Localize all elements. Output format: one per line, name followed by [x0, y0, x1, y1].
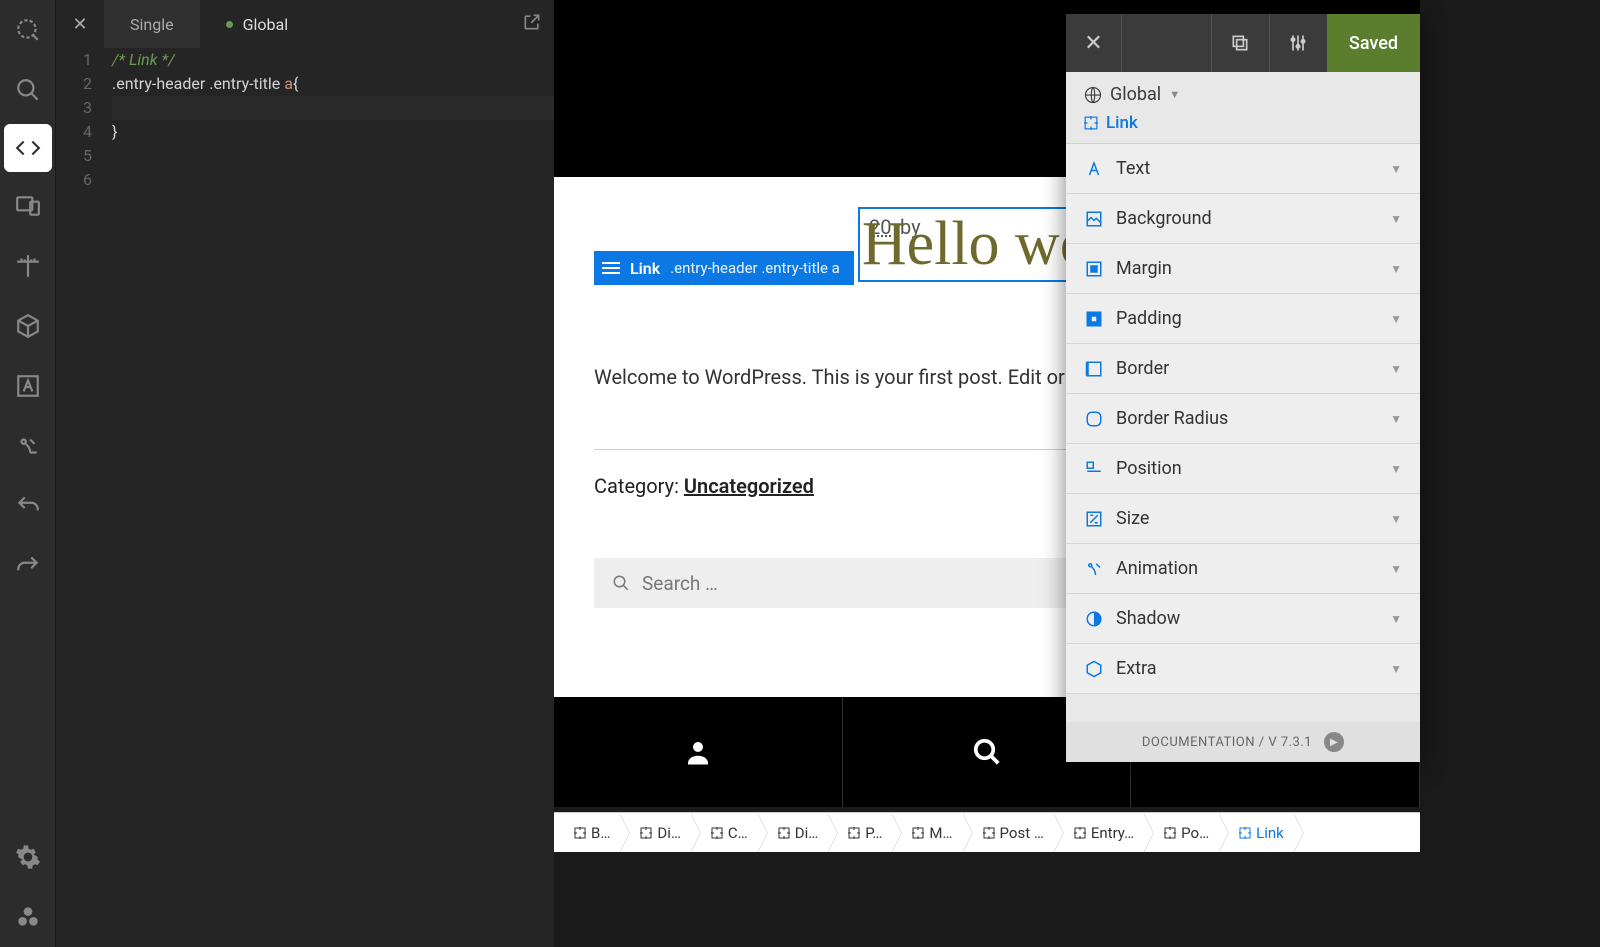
tool-search-icon[interactable] — [0, 60, 56, 120]
scope-element[interactable]: Link — [1084, 113, 1402, 133]
shadow-icon — [1084, 610, 1104, 628]
inspector-item-border[interactable]: Border▼ — [1066, 344, 1420, 394]
margin-icon — [1084, 260, 1104, 278]
animation-icon — [1084, 560, 1104, 578]
breadcrumb-item[interactable]: Po… — [1144, 813, 1219, 852]
selection-path: .entry-header .entry-title a — [670, 259, 840, 277]
inspector-item-position[interactable]: Position▼ — [1066, 444, 1420, 494]
saved-button[interactable]: Saved — [1327, 14, 1420, 72]
tool-modules-icon[interactable] — [0, 887, 56, 947]
breadcrumb-item-active[interactable]: Link — [1219, 813, 1294, 852]
inspector-header: ✕ Saved — [1066, 14, 1420, 72]
border-icon — [1084, 360, 1104, 378]
inspector-panel: ✕ Saved Global ▼ Link Text▼ Background▼ … — [1066, 14, 1420, 762]
editor-tabs: ✕ Single Global — [56, 0, 554, 48]
account-icon[interactable] — [554, 697, 843, 807]
inspector-item-background[interactable]: Background▼ — [1066, 194, 1420, 244]
inspector-footer[interactable]: DOCUMENTATION / V 7.3.1 ▶ — [1066, 722, 1420, 762]
tool-animation-icon[interactable] — [0, 416, 56, 476]
position-icon — [1084, 460, 1104, 478]
search-placeholder: Search … — [642, 572, 718, 595]
selection-label: Link — [630, 259, 660, 278]
background-icon — [1084, 210, 1104, 228]
tab-global[interactable]: Global — [200, 0, 315, 48]
target-icon — [1084, 116, 1098, 130]
inspector-item-border-radius[interactable]: Border Radius▼ — [1066, 394, 1420, 444]
breadcrumb-item[interactable]: C… — [691, 813, 758, 852]
code-comment: /* Link */ — [112, 50, 175, 69]
tool-ruler-icon[interactable] — [0, 236, 56, 296]
inspector-scope: Global ▼ Link — [1066, 72, 1420, 144]
tool-settings-icon[interactable] — [0, 827, 56, 887]
chevron-down-icon: ▼ — [1390, 162, 1402, 176]
code-editor: ✕ Single Global 123456 /* Link */ .entry… — [56, 0, 554, 947]
tool-sidebar — [0, 0, 56, 947]
breadcrumb-item[interactable]: Entry… — [1054, 813, 1144, 852]
breadcrumb-item[interactable]: Post … — [963, 813, 1054, 852]
sliders-icon[interactable] — [1269, 14, 1327, 72]
inspector-item-animation[interactable]: Animation▼ — [1066, 544, 1420, 594]
tool-redo-icon[interactable] — [0, 536, 56, 596]
tool-typography-icon[interactable] — [0, 356, 56, 416]
tool-devices-icon[interactable] — [0, 176, 56, 236]
inspector-item-text[interactable]: Text▼ — [1066, 144, 1420, 194]
inspector-list: Text▼ Background▼ Margin▼ Padding▼ Borde… — [1066, 144, 1420, 722]
play-icon[interactable]: ▶ — [1324, 732, 1344, 752]
tool-undo-icon[interactable] — [0, 476, 56, 536]
selection-badge[interactable]: Link .entry-header .entry-title a — [594, 251, 854, 285]
code-area[interactable]: 123456 /* Link */ .entry-header .entry-t… — [56, 48, 554, 192]
breadcrumbs: B… Di… C… Di… P… M… Post … Entry… Po… Li… — [554, 812, 1420, 852]
radius-icon — [1084, 410, 1104, 428]
inspector-item-shadow[interactable]: Shadow▼ — [1066, 594, 1420, 644]
tool-target-icon[interactable] — [0, 0, 56, 60]
tool-cube-icon[interactable] — [0, 296, 56, 356]
size-icon — [1084, 510, 1104, 528]
search-icon — [612, 574, 630, 592]
breadcrumb-item[interactable]: B… — [554, 813, 620, 852]
inspector-item-margin[interactable]: Margin▼ — [1066, 244, 1420, 294]
padding-icon — [1084, 310, 1104, 328]
external-link-icon[interactable] — [522, 12, 542, 36]
text-icon — [1084, 160, 1104, 178]
inspector-item-padding[interactable]: Padding▼ — [1066, 294, 1420, 344]
inspector-item-extra[interactable]: Extra▼ — [1066, 644, 1420, 694]
globe-icon — [1084, 86, 1102, 104]
doc-label: DOCUMENTATION / V 7.3.1 — [1142, 735, 1312, 750]
breadcrumb-item[interactable]: Di… — [620, 813, 691, 852]
breadcrumb-item[interactable]: Di… — [758, 813, 829, 852]
close-editor-icon[interactable]: ✕ — [56, 14, 104, 35]
category-link[interactable]: Uncategorized — [684, 474, 814, 498]
line-gutter: 123456 — [56, 48, 104, 192]
breadcrumb-item[interactable]: M… — [892, 813, 962, 852]
menu-icon[interactable] — [602, 262, 620, 274]
tab-single[interactable]: Single — [104, 0, 200, 48]
extra-icon — [1084, 660, 1104, 678]
inspector-item-size[interactable]: Size▼ — [1066, 494, 1420, 544]
tool-code-icon[interactable] — [4, 124, 52, 172]
scope-global[interactable]: Global ▼ — [1084, 84, 1402, 105]
copy-icon[interactable] — [1211, 14, 1269, 72]
close-inspector-icon[interactable]: ✕ — [1066, 14, 1122, 72]
